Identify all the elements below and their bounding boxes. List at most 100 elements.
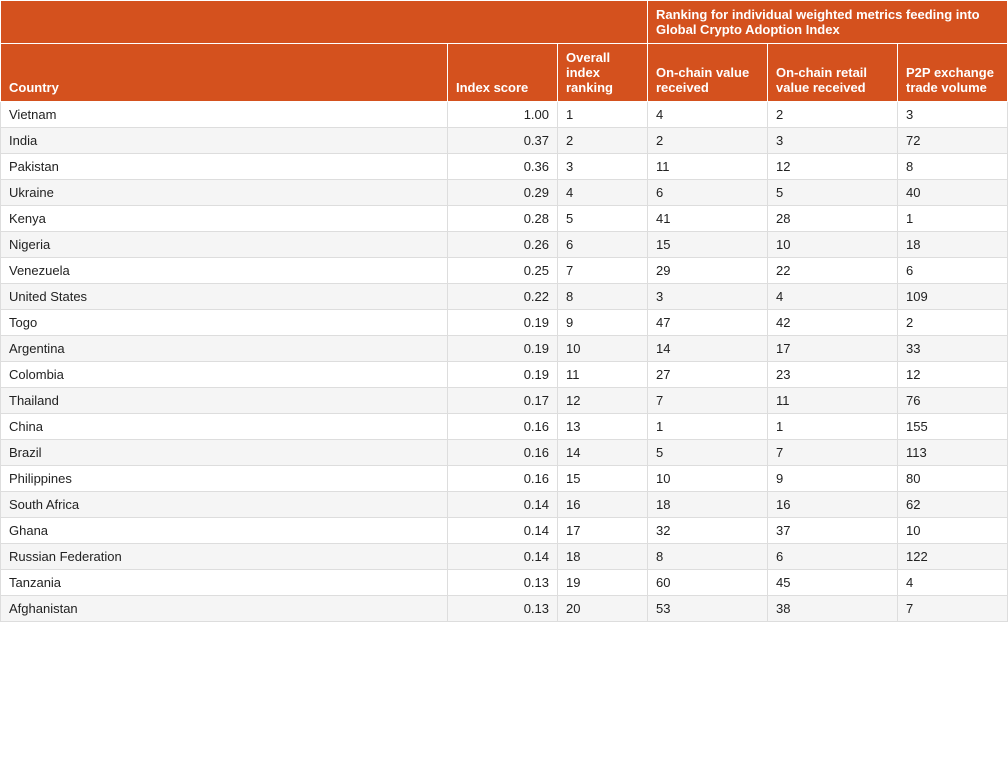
cell-country: Afghanistan xyxy=(1,596,448,622)
cell-retail: 10 xyxy=(768,232,898,258)
cell-p2p: 62 xyxy=(898,492,1008,518)
cell-p2p: 4 xyxy=(898,570,1008,596)
cell-retail: 9 xyxy=(768,466,898,492)
cell-onchain: 47 xyxy=(648,310,768,336)
cell-onchain: 11 xyxy=(648,154,768,180)
cell-retail: 23 xyxy=(768,362,898,388)
cell-index: 0.19 xyxy=(448,310,558,336)
table-row: Russian Federation0.141886122 xyxy=(1,544,1008,570)
table-row: India0.3722372 xyxy=(1,128,1008,154)
cell-retail: 12 xyxy=(768,154,898,180)
table-row: Afghanistan0.132053387 xyxy=(1,596,1008,622)
table-row: Togo0.19947422 xyxy=(1,310,1008,336)
cell-onchain: 7 xyxy=(648,388,768,414)
cell-p2p: 3 xyxy=(898,102,1008,128)
ranking-title: Ranking for individual weighted metrics … xyxy=(656,7,980,37)
cell-onchain: 6 xyxy=(648,180,768,206)
cell-p2p: 7 xyxy=(898,596,1008,622)
cell-overall: 5 xyxy=(558,206,648,232)
cell-overall: 7 xyxy=(558,258,648,284)
cell-onchain: 29 xyxy=(648,258,768,284)
cell-onchain: 60 xyxy=(648,570,768,596)
cell-index: 0.16 xyxy=(448,414,558,440)
table-row: South Africa0.1416181662 xyxy=(1,492,1008,518)
top-header-row: Ranking for individual weighted metrics … xyxy=(1,1,1008,44)
cell-p2p: 72 xyxy=(898,128,1008,154)
cell-p2p: 8 xyxy=(898,154,1008,180)
cell-country: Ukraine xyxy=(1,180,448,206)
cell-p2p: 155 xyxy=(898,414,1008,440)
cell-onchain: 53 xyxy=(648,596,768,622)
cell-country: Tanzania xyxy=(1,570,448,596)
empty-col3 xyxy=(558,1,648,44)
cell-overall: 1 xyxy=(558,102,648,128)
cell-retail: 22 xyxy=(768,258,898,284)
cell-retail: 7 xyxy=(768,440,898,466)
cell-overall: 13 xyxy=(558,414,648,440)
cell-index: 0.36 xyxy=(448,154,558,180)
cell-overall: 6 xyxy=(558,232,648,258)
cell-onchain: 18 xyxy=(648,492,768,518)
table-row: Pakistan0.36311128 xyxy=(1,154,1008,180)
cell-retail: 3 xyxy=(768,128,898,154)
cell-overall: 16 xyxy=(558,492,648,518)
cell-p2p: 1 xyxy=(898,206,1008,232)
table-row: Kenya0.28541281 xyxy=(1,206,1008,232)
cell-p2p: 109 xyxy=(898,284,1008,310)
table-row: Ghana0.1417323710 xyxy=(1,518,1008,544)
table-row: United States0.22834109 xyxy=(1,284,1008,310)
cell-overall: 18 xyxy=(558,544,648,570)
cell-index: 0.14 xyxy=(448,544,558,570)
cell-overall: 9 xyxy=(558,310,648,336)
cell-retail: 1 xyxy=(768,414,898,440)
table-row: Thailand0.171271176 xyxy=(1,388,1008,414)
cell-p2p: 6 xyxy=(898,258,1008,284)
cell-onchain: 1 xyxy=(648,414,768,440)
cell-retail: 6 xyxy=(768,544,898,570)
cell-country: Togo xyxy=(1,310,448,336)
cell-p2p: 12 xyxy=(898,362,1008,388)
cell-overall: 10 xyxy=(558,336,648,362)
cell-onchain: 4 xyxy=(648,102,768,128)
cell-country: Brazil xyxy=(1,440,448,466)
cell-onchain: 15 xyxy=(648,232,768,258)
cell-country: Pakistan xyxy=(1,154,448,180)
col-header-index: Index score xyxy=(448,44,558,102)
table-row: Brazil0.161457113 xyxy=(1,440,1008,466)
table-row: Vietnam1.001423 xyxy=(1,102,1008,128)
cell-retail: 4 xyxy=(768,284,898,310)
cell-onchain: 8 xyxy=(648,544,768,570)
col-header-country: Country xyxy=(1,44,448,102)
cell-index: 0.29 xyxy=(448,180,558,206)
cell-overall: 19 xyxy=(558,570,648,596)
cell-index: 0.13 xyxy=(448,570,558,596)
cell-retail: 28 xyxy=(768,206,898,232)
cell-retail: 17 xyxy=(768,336,898,362)
cell-retail: 11 xyxy=(768,388,898,414)
cell-overall: 20 xyxy=(558,596,648,622)
cell-onchain: 27 xyxy=(648,362,768,388)
cell-country: India xyxy=(1,128,448,154)
cell-overall: 17 xyxy=(558,518,648,544)
cell-index: 0.16 xyxy=(448,466,558,492)
cell-p2p: 33 xyxy=(898,336,1008,362)
ranking-header: Ranking for individual weighted metrics … xyxy=(648,1,1008,44)
cell-retail: 2 xyxy=(768,102,898,128)
cell-onchain: 32 xyxy=(648,518,768,544)
cell-overall: 2 xyxy=(558,128,648,154)
cell-country: Argentina xyxy=(1,336,448,362)
cell-retail: 45 xyxy=(768,570,898,596)
cell-p2p: 76 xyxy=(898,388,1008,414)
cell-overall: 8 xyxy=(558,284,648,310)
cell-country: Philippines xyxy=(1,466,448,492)
cell-overall: 11 xyxy=(558,362,648,388)
cell-index: 0.22 xyxy=(448,284,558,310)
cell-overall: 15 xyxy=(558,466,648,492)
cell-retail: 37 xyxy=(768,518,898,544)
cell-country: Vietnam xyxy=(1,102,448,128)
table-row: Colombia0.1911272312 xyxy=(1,362,1008,388)
cell-retail: 5 xyxy=(768,180,898,206)
table-row: Philippines0.161510980 xyxy=(1,466,1008,492)
table-row: Nigeria0.266151018 xyxy=(1,232,1008,258)
sub-header-row: Country Index score Overall index rankin… xyxy=(1,44,1008,102)
